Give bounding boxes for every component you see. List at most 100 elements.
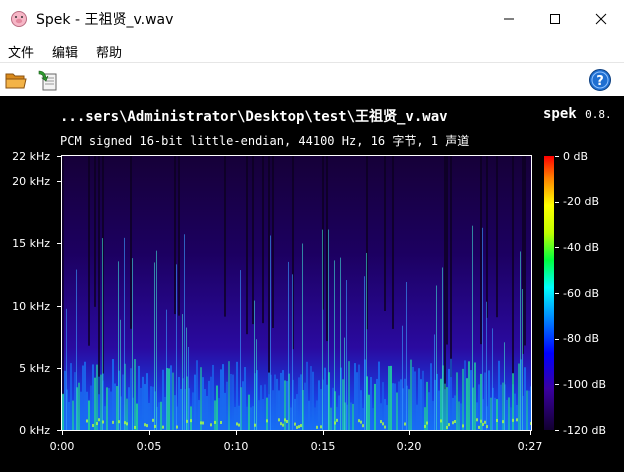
menu-bar: 文件 编辑 帮助	[0, 38, 624, 62]
spectrogram-column	[84, 361, 86, 430]
spectrogram-column	[418, 368, 420, 430]
spectrogram-streak	[254, 300, 255, 430]
spectrogram-column	[374, 383, 376, 430]
spectrogram-streak	[184, 234, 185, 430]
spectrogram-column	[338, 395, 340, 430]
spectrogram-streak	[334, 260, 335, 430]
spectrogram-column	[280, 372, 282, 430]
spectrogram-column	[454, 395, 456, 430]
spectrogram-column	[408, 389, 410, 430]
menu-edit[interactable]: 编辑	[52, 42, 78, 61]
spectrogram-column	[112, 359, 114, 430]
spectrogram-gap	[178, 156, 180, 316]
spectrogram-peak	[294, 422, 296, 426]
question-circle-icon[interactable]: ?	[588, 68, 612, 92]
spectrogram-column	[206, 396, 208, 430]
spectrogram-streak	[436, 285, 437, 430]
minimize-button[interactable]	[486, 0, 532, 38]
spectrogram-column	[444, 383, 446, 430]
spectrogram-column	[64, 370, 66, 430]
spectrogram-gap	[444, 156, 446, 390]
spectrogram-column	[460, 403, 462, 430]
spectrogram-column	[306, 361, 308, 430]
maximize-button[interactable]	[532, 0, 578, 38]
spectrogram-column	[410, 359, 412, 430]
close-icon	[595, 13, 607, 25]
spectrogram-column	[274, 374, 276, 430]
spectrogram-column	[428, 392, 430, 430]
spectrogram-gap	[268, 156, 270, 395]
spectrogram-column	[250, 407, 252, 430]
spectrogram-column	[524, 367, 526, 430]
spectrogram-column	[372, 408, 374, 430]
spectrogram-column	[138, 365, 140, 430]
spectrogram-column	[390, 365, 392, 430]
spectrogram-streak	[256, 339, 257, 430]
db-tick-label: -20 dB	[563, 195, 599, 208]
spectrogram-column	[190, 406, 192, 430]
spectrogram-peak	[502, 420, 504, 424]
spectrogram-column	[106, 387, 108, 430]
spectrogram-column	[312, 371, 314, 430]
spectrogram-gap	[392, 156, 394, 329]
spectrogram-peak	[124, 421, 126, 425]
spectrogram-column	[356, 372, 358, 430]
spectrogram-peak	[360, 420, 362, 424]
spectrogram-peak	[296, 425, 298, 429]
spectrogram-streak	[344, 337, 345, 430]
spectrogram-column	[496, 399, 498, 430]
spectrogram-column	[348, 361, 350, 430]
spectrogram-peak	[286, 419, 288, 423]
spectrogram-column	[90, 385, 92, 430]
spectrogram-column	[282, 370, 284, 430]
save-arrow-icon[interactable]	[36, 68, 60, 92]
spectrogram-column	[316, 400, 318, 430]
spectrogram-column	[252, 406, 254, 430]
spectrogram-column	[468, 361, 470, 430]
spectrogram-column	[266, 397, 268, 430]
spectrogram-column	[336, 407, 338, 430]
spectrogram-column	[290, 407, 292, 430]
spectrogram-gap	[130, 156, 132, 329]
spectrogram-peak	[482, 422, 484, 426]
db-tick-label: -60 dB	[563, 287, 599, 300]
spectrogram-peak	[512, 418, 514, 422]
spectrogram-column	[272, 390, 274, 430]
spectrogram-peak	[380, 420, 382, 424]
spectrogram-column	[100, 374, 102, 430]
spectrogram-streak	[522, 289, 523, 430]
menu-file[interactable]: 文件	[8, 42, 34, 61]
spectrogram-column	[528, 390, 530, 430]
spectrogram-gap	[224, 156, 226, 317]
spectrogram-column	[462, 368, 464, 430]
spectrogram-column	[514, 393, 516, 430]
spectrogram-column	[210, 376, 212, 430]
spectrogram-streak	[156, 250, 157, 430]
spectrogram-peak	[496, 418, 498, 422]
spectrogram-streak	[322, 229, 323, 430]
spectrogram-column	[422, 370, 424, 430]
spectrogram-peak	[384, 425, 386, 429]
db-tick-label: 0 dB	[563, 150, 589, 163]
spectrogram-column	[354, 363, 356, 430]
x-tick-label: 0:05	[136, 440, 162, 453]
spectrogram-column	[466, 378, 468, 430]
spectrogram-peak	[284, 418, 286, 422]
spectrogram-streak	[402, 325, 403, 430]
spectrogram-column	[352, 403, 354, 430]
spectrogram-column	[134, 359, 136, 430]
spectrogram-streak	[472, 225, 473, 430]
menu-help[interactable]: 帮助	[96, 42, 122, 61]
spectrogram-column	[170, 365, 172, 430]
close-button[interactable]	[578, 0, 624, 38]
spectrogram-column	[150, 386, 152, 430]
spectrogram-column	[198, 400, 200, 430]
spectrogram-column	[432, 400, 434, 430]
spectrogram-streak	[182, 314, 183, 430]
spectrogram-peak	[112, 420, 114, 424]
folder-open-icon[interactable]	[4, 68, 28, 92]
spectrogram-peak	[236, 422, 238, 426]
spectrogram-peak	[362, 424, 364, 428]
spectrogram-column	[398, 381, 400, 430]
spectrogram-column	[180, 388, 182, 430]
